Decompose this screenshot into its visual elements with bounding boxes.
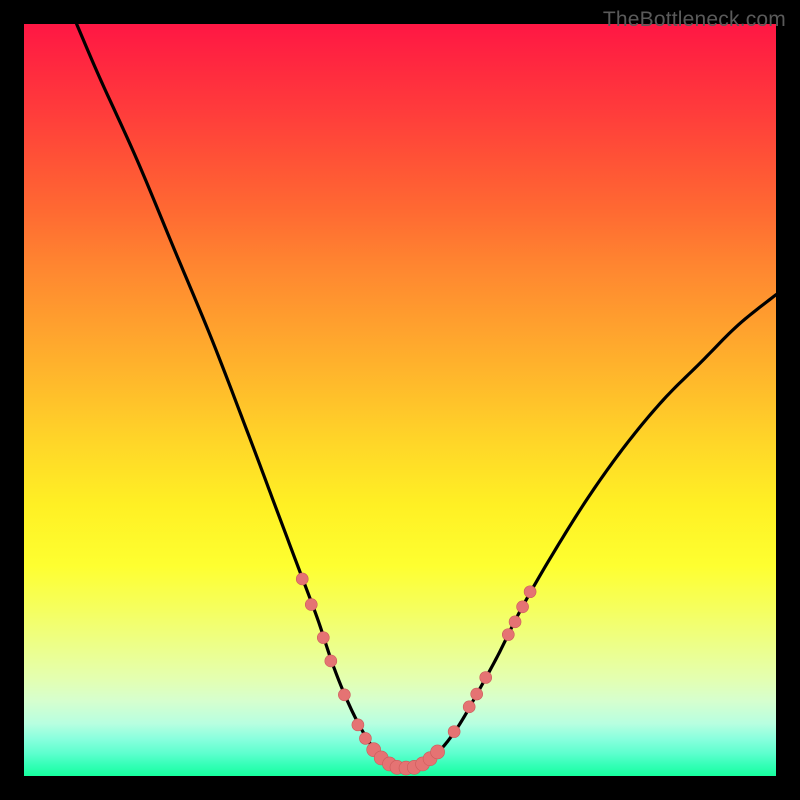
curve-marker [471,688,483,700]
curve-marker [338,689,350,701]
curve-marker [448,726,460,738]
curve-marker [359,732,371,744]
curve-marker [317,632,329,644]
chart-plot-area [24,24,776,776]
chart-svg [24,24,776,776]
curve-marker [296,573,308,585]
curve-markers [296,573,536,775]
curve-marker [524,586,536,598]
curve-marker [305,599,317,611]
curve-marker [517,601,529,613]
curve-marker [431,745,445,759]
curve-marker [480,671,492,683]
bottleneck-curve [77,24,776,769]
curve-marker [509,616,521,628]
curve-marker [352,719,364,731]
watermark-text: TheBottleneck.com [603,8,786,32]
curve-marker [325,655,337,667]
curve-marker [463,701,475,713]
curve-marker [502,629,514,641]
